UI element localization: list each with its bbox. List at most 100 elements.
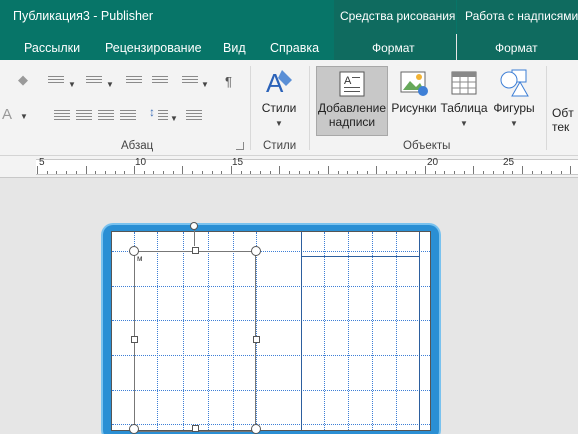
textbox-tools-title: Работа с надписями [465, 9, 578, 23]
ruler-tick [367, 171, 368, 174]
line-spacing-dropdown-icon[interactable]: ▼ [170, 114, 178, 123]
resize-handle[interactable] [251, 424, 261, 434]
pilcrow-icon[interactable]: ¶ [225, 74, 232, 89]
publication-page[interactable]: м [111, 222, 431, 434]
bullets-dropdown-icon[interactable]: ▼ [68, 80, 76, 89]
increase-indent-icon[interactable] [152, 76, 168, 85]
resize-handle[interactable] [131, 336, 138, 343]
styles-button-label: Стили [261, 101, 297, 115]
grid-guide [348, 232, 349, 430]
tab-mailings[interactable]: Рассылки [24, 41, 80, 55]
paragraph-spacing-icon[interactable] [186, 110, 202, 122]
resize-handle[interactable] [251, 246, 261, 256]
selected-textbox[interactable] [134, 251, 256, 432]
ruler-tick [415, 171, 416, 174]
svg-text:A: A [344, 75, 352, 87]
resize-handle[interactable] [129, 246, 139, 256]
resize-handle[interactable] [192, 247, 199, 254]
ruler-number: 20 [427, 157, 439, 168]
ruler-tick [76, 171, 77, 174]
drawing-tools-title: Средства рисования [340, 9, 456, 23]
ruler-tick [570, 166, 571, 174]
column-guide [419, 232, 420, 430]
ruler-tick [95, 171, 96, 174]
ruler-tick [328, 166, 329, 174]
ruler-tick [347, 171, 348, 174]
ruler-number: 25 [503, 157, 515, 168]
columns-dropdown-icon[interactable]: ▼ [201, 80, 209, 89]
shapes-dropdown-icon: ▼ [510, 119, 518, 128]
justify-icon[interactable] [120, 110, 136, 122]
ruler-tick [522, 166, 523, 174]
ruler-tick [144, 171, 145, 174]
ruler-tick [338, 171, 339, 174]
resize-handle[interactable] [253, 336, 260, 343]
text-effects-dropdown-icon[interactable]: ▼ [20, 112, 28, 121]
ruler-tick [115, 171, 116, 174]
ruler-tick [66, 171, 67, 174]
numbering-icon[interactable] [86, 76, 102, 85]
ruler-tick [396, 171, 397, 174]
columns-icon[interactable] [182, 76, 198, 85]
grid-guide [372, 232, 373, 430]
tab-bar: Рассылки Рецензирование Вид Справка [0, 34, 334, 60]
column-guide [301, 232, 302, 430]
bullets-icon[interactable] [48, 76, 64, 85]
workspace: м [0, 179, 578, 434]
horizontal-ruler[interactable]: 5 10 15 20 25 [0, 156, 578, 178]
ruler-tick [483, 171, 484, 174]
ruler-tick [551, 171, 552, 174]
ruler-tick [299, 171, 300, 174]
paragraph-group-label: Абзац [121, 140, 154, 152]
ruler-tick [250, 171, 251, 174]
table-button[interactable]: Таблица ▼ [440, 66, 488, 136]
wrap-text-label-1: Обт [552, 106, 574, 120]
tab-review[interactable]: Рецензирование [105, 41, 202, 55]
tab-textbox-format[interactable]: Формат [495, 41, 538, 55]
textbox-icon: A [339, 71, 365, 97]
ruler-tick [192, 171, 193, 174]
separator [309, 66, 310, 150]
text-effects-icon[interactable]: A [2, 106, 12, 123]
add-textbox-button[interactable]: A Добавление надписи [316, 66, 388, 136]
decrease-indent-icon[interactable] [126, 76, 142, 85]
objects-group-label: Объекты [403, 140, 451, 152]
align-center-icon[interactable] [76, 110, 92, 122]
ruler-tick [454, 171, 455, 174]
tab-help[interactable]: Справка [270, 41, 319, 55]
format-painter-icon[interactable]: ◆ [18, 72, 28, 88]
ruler-tick [503, 171, 504, 174]
ruler-tick [435, 171, 436, 174]
resize-handle[interactable] [129, 424, 139, 434]
ruler-number: 5 [39, 157, 45, 168]
align-left-icon[interactable] [54, 110, 70, 122]
line-spacing-icon[interactable]: ↕ [149, 105, 155, 119]
resize-handle[interactable] [192, 425, 199, 432]
ruler-tick [86, 166, 87, 174]
tab-view[interactable]: Вид [223, 41, 246, 55]
ruler-tick [464, 171, 465, 174]
separator [546, 66, 547, 150]
table-icon [451, 71, 477, 95]
numbering-dropdown-icon[interactable]: ▼ [106, 80, 114, 89]
ruler-tick [493, 171, 494, 174]
grid-guide [256, 232, 257, 430]
ruler-tick [541, 171, 542, 174]
page-selection-frame: м [103, 222, 439, 434]
styles-button[interactable]: A Стили ▼ [256, 66, 302, 132]
wrap-text-button[interactable]: Обт тек [552, 106, 578, 136]
pictures-button[interactable]: Рисунки [390, 66, 438, 136]
styles-dropdown-icon: ▼ [275, 119, 283, 128]
paragraph-launcher-icon[interactable] [236, 142, 244, 150]
align-right-icon[interactable] [98, 110, 114, 122]
ruler-track [36, 159, 578, 175]
window-title: Публикация3 - Publisher [13, 9, 154, 23]
ruler-tick [473, 166, 474, 174]
grid-guide [324, 232, 325, 430]
shapes-button[interactable]: Фигуры ▼ [490, 66, 538, 136]
ruler-tick [532, 171, 533, 174]
rotate-handle[interactable] [190, 222, 198, 230]
ruler-tick [153, 171, 154, 174]
tab-drawing-format[interactable]: Формат [372, 41, 415, 55]
grid-guide [396, 232, 397, 430]
